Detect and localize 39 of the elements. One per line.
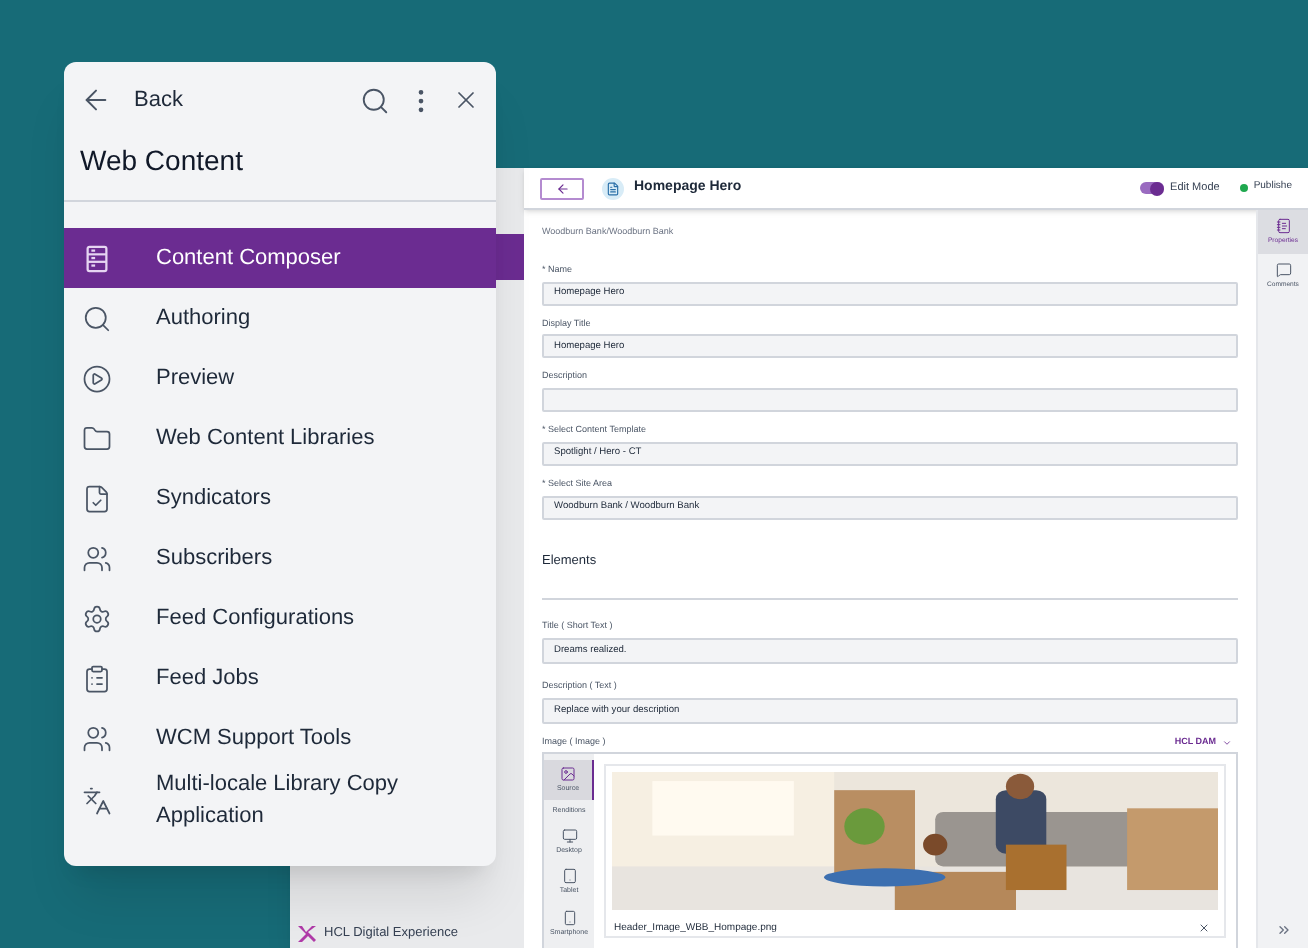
menu-item[interactable]: Feed Jobs — [64, 648, 496, 708]
clipboard-icon — [82, 663, 112, 693]
back-button[interactable] — [540, 177, 584, 199]
server-stack-icon — [82, 243, 112, 273]
users-icon — [82, 723, 112, 753]
edit-mode-toggle[interactable] — [1140, 182, 1165, 194]
close-icon[interactable] — [452, 86, 480, 114]
remove-icon[interactable] — [1198, 922, 1210, 935]
search-icon[interactable] — [360, 85, 390, 115]
search-icon — [82, 303, 112, 333]
menu-item[interactable]: Content Composer — [64, 228, 496, 288]
image-icon — [560, 765, 576, 781]
translate-icon — [82, 785, 112, 815]
document-check-icon — [82, 483, 112, 513]
expand-icon[interactable] — [1275, 922, 1291, 938]
input-field[interactable] — [542, 388, 1238, 412]
comment-icon — [1275, 261, 1291, 278]
menu-item[interactable]: Preview — [64, 348, 496, 408]
caret-icon — [1222, 737, 1232, 748]
document-icon — [602, 177, 624, 199]
monitor-icon — [561, 828, 577, 844]
smartphone-icon — [561, 909, 577, 925]
menu-item[interactable]: Feed Configurations — [64, 588, 496, 648]
panel-title: Web Content — [78, 142, 245, 180]
menu-item[interactable]: Authoring — [64, 288, 496, 348]
menu-item[interactable]: WCM Support Tools — [64, 708, 496, 768]
menu-item[interactable]: Syndicators — [64, 468, 496, 528]
settings-icon — [82, 603, 112, 633]
menu-item[interactable]: Web Content Libraries — [64, 408, 496, 468]
menu-item[interactable]: Subscribers — [64, 528, 496, 588]
back-arrow-icon — [555, 181, 569, 195]
logo-icon — [298, 926, 316, 943]
users-icon — [82, 543, 112, 573]
back-button[interactable]: Back — [80, 83, 183, 117]
folder-icon — [82, 423, 112, 453]
notebook-icon — [1275, 218, 1291, 234]
menu-item[interactable]: Multi-locale Library Copy Application — [64, 768, 496, 832]
play-icon — [82, 363, 112, 393]
tablet-icon — [561, 868, 577, 885]
